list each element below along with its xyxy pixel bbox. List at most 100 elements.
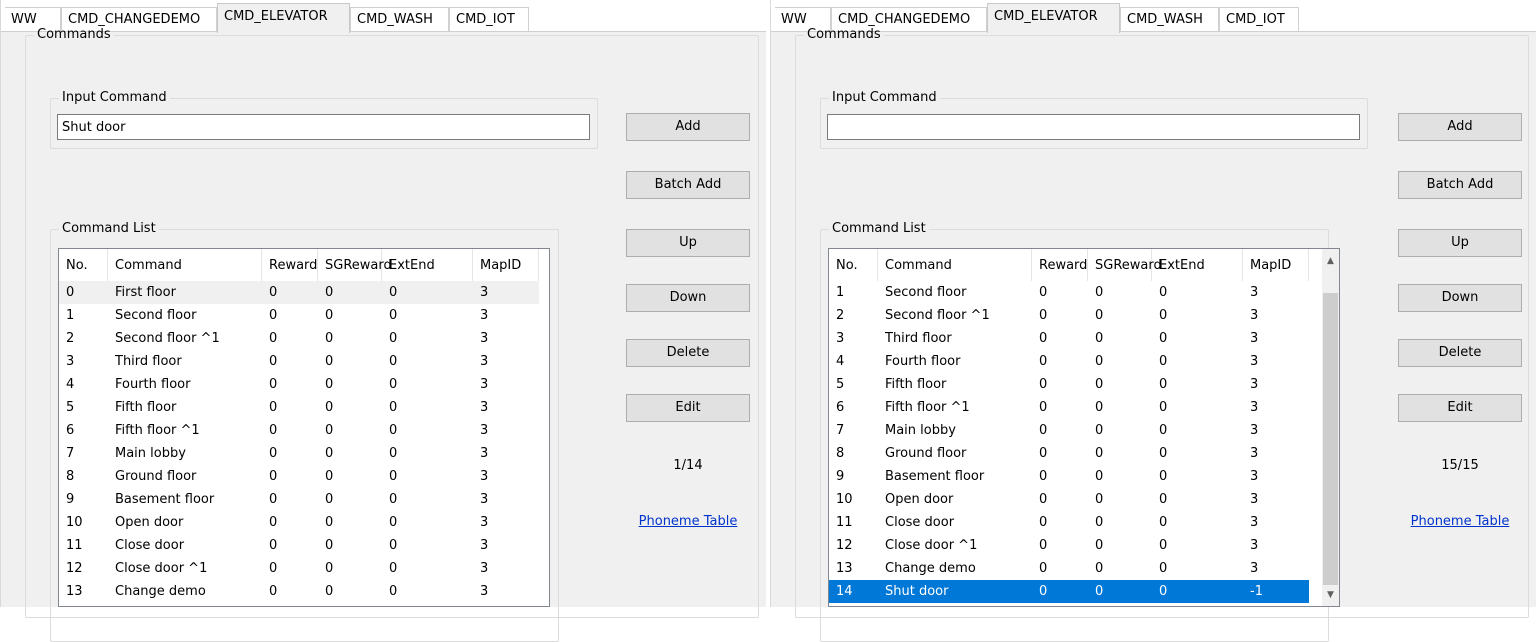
batch-add-button[interactable]: Batch Add	[1398, 171, 1522, 199]
cell-no: 10	[66, 515, 83, 530]
cell-sgreward: 0	[1095, 308, 1104, 323]
column-header-reward[interactable]: Reward	[1032, 249, 1088, 281]
table-row[interactable]: 5 Fifth floor 0 0 0 3	[829, 373, 1309, 396]
cell-extend: 0	[389, 469, 398, 484]
add-button[interactable]: Add	[1398, 113, 1522, 141]
table-row[interactable]: 2 Second floor ^1 0 0 0 3	[59, 327, 539, 350]
column-header-mapid[interactable]: MapID	[473, 249, 539, 281]
scrollbar-thumb[interactable]	[1323, 293, 1338, 585]
column-header-command[interactable]: Command	[108, 249, 262, 281]
cell-mapid: 3	[480, 584, 489, 599]
cell-reward: 0	[1039, 538, 1048, 553]
cell-sgreward: 0	[1095, 469, 1104, 484]
table-row[interactable]: 1 Second floor 0 0 0 3	[59, 304, 539, 327]
cell-command: Shut door	[885, 584, 949, 599]
table-row[interactable]: 1 Second floor 0 0 0 3	[829, 281, 1309, 304]
command-list[interactable]: No. Command Reward SGReward ExtEnd MapID 0 Firs…	[58, 248, 550, 607]
cell-mapid: 3	[1250, 515, 1259, 530]
table-row[interactable]: 0 First floor 0 0 0 3	[59, 281, 539, 304]
cell-command: Open door	[115, 515, 184, 530]
command-input[interactable]	[57, 114, 590, 140]
phoneme-table-link[interactable]: Phoneme Table	[1398, 514, 1522, 529]
cell-extend: 0	[1159, 515, 1168, 530]
cell-extend: 0	[1159, 285, 1168, 300]
cell-no: 5	[66, 400, 75, 415]
cell-extend: 0	[1159, 538, 1168, 553]
column-header-no[interactable]: No.	[829, 249, 878, 281]
column-header-sgreward[interactable]: SGReward	[1088, 249, 1162, 281]
command-list[interactable]: No. Command Reward SGReward ExtEnd MapID 1 Seco…	[828, 248, 1340, 607]
table-row[interactable]: 6 Fifth floor ^1 0 0 0 3	[59, 419, 539, 442]
up-button[interactable]: Up	[1398, 229, 1522, 257]
table-row[interactable]: 9 Basement floor 0 0 0 3	[59, 488, 539, 511]
cell-command: Second floor ^1	[885, 308, 990, 323]
table-row[interactable]: 10 Open door 0 0 0 3	[59, 511, 539, 534]
table-row[interactable]: 7 Main lobby 0 0 0 3	[829, 419, 1309, 442]
up-button[interactable]: Up	[626, 229, 750, 257]
table-row[interactable]: 6 Fifth floor ^1 0 0 0 3	[829, 396, 1309, 419]
table-row[interactable]: 12 Close door ^1 0 0 0 3	[59, 557, 539, 580]
input-command-label: Input Command	[62, 90, 167, 105]
add-button[interactable]: Add	[626, 113, 750, 141]
table-row[interactable]: 7 Main lobby 0 0 0 3	[59, 442, 539, 465]
table-row[interactable]: 13 Change demo 0 0 0 3	[59, 580, 539, 603]
down-button[interactable]: Down	[626, 284, 750, 312]
table-row[interactable]: 3 Third floor 0 0 0 3	[829, 327, 1309, 350]
cell-mapid: 3	[480, 377, 489, 392]
tab-cmd-elevator[interactable]: CMD_ELEVATOR	[217, 3, 350, 33]
cell-mapid: 3	[480, 538, 489, 553]
table-row[interactable]: 10 Open door 0 0 0 3	[829, 488, 1309, 511]
table-row[interactable]: 3 Third floor 0 0 0 3	[59, 350, 539, 373]
position-counter: 1/14	[673, 458, 703, 473]
table-row[interactable]: 11 Close door 0 0 0 3	[59, 534, 539, 557]
cell-reward: 0	[1039, 308, 1048, 323]
column-header-extend[interactable]: ExtEnd	[382, 249, 473, 281]
table-row[interactable]: 14 Shut door 0 0 0 -1	[829, 580, 1309, 603]
column-header-sgreward[interactable]: SGReward	[318, 249, 392, 281]
edit-button[interactable]: Edit	[626, 394, 750, 422]
cell-sgreward: 0	[325, 446, 334, 461]
delete-button[interactable]: Delete	[1398, 339, 1522, 367]
cell-sgreward: 0	[1095, 515, 1104, 530]
cell-mapid: 3	[1250, 423, 1259, 438]
table-row[interactable]: 8 Ground floor 0 0 0 3	[829, 442, 1309, 465]
command-input[interactable]	[827, 114, 1360, 140]
delete-button[interactable]: Delete	[626, 339, 750, 367]
cell-extend: 0	[389, 308, 398, 323]
column-header-no[interactable]: No.	[59, 249, 108, 281]
cell-mapid: 3	[1250, 331, 1259, 346]
table-row[interactable]: 8 Ground floor 0 0 0 3	[59, 465, 539, 488]
scroll-down-icon[interactable]: ▼	[1322, 587, 1339, 604]
table-row[interactable]: 13 Change demo 0 0 0 3	[829, 557, 1309, 580]
table-row[interactable]: 4 Fourth floor 0 0 0 3	[59, 373, 539, 396]
scroll-up-icon[interactable]: ▲	[1322, 253, 1339, 270]
table-row[interactable]: 12 Close door ^1 0 0 0 3	[829, 534, 1309, 557]
cell-sgreward: 0	[1095, 400, 1104, 415]
down-button[interactable]: Down	[1398, 284, 1522, 312]
column-header-extend[interactable]: ExtEnd	[1152, 249, 1243, 281]
column-header-mapid[interactable]: MapID	[1243, 249, 1309, 281]
column-header-reward[interactable]: Reward	[262, 249, 318, 281]
cell-sgreward: 0	[325, 308, 334, 323]
cell-command: Close door	[115, 538, 185, 553]
column-header-command[interactable]: Command	[878, 249, 1032, 281]
cell-command: Close door ^1	[115, 561, 208, 576]
cell-no: 8	[836, 446, 845, 461]
cell-command: Fourth floor	[885, 354, 961, 369]
cell-extend: 0	[389, 354, 398, 369]
cell-sgreward: 0	[325, 492, 334, 507]
table-row[interactable]: 5 Fifth floor 0 0 0 3	[59, 396, 539, 419]
list-scrollbar[interactable]: ▲ ▼	[1322, 249, 1339, 606]
phoneme-table-link[interactable]: Phoneme Table	[626, 514, 750, 529]
table-row[interactable]: 4 Fourth floor 0 0 0 3	[829, 350, 1309, 373]
batch-add-button[interactable]: Batch Add	[626, 171, 750, 199]
table-row[interactable]: 9 Basement floor 0 0 0 3	[829, 465, 1309, 488]
table-row[interactable]: 11 Close door 0 0 0 3	[829, 511, 1309, 534]
tab-cmd-elevator[interactable]: CMD_ELEVATOR	[987, 3, 1120, 33]
cell-sgreward: 0	[1095, 331, 1104, 346]
commands-group-label: Commands	[807, 27, 881, 42]
table-row[interactable]: 2 Second floor ^1 0 0 0 3	[829, 304, 1309, 327]
cell-extend: 0	[389, 492, 398, 507]
cell-mapid: 3	[480, 561, 489, 576]
edit-button[interactable]: Edit	[1398, 394, 1522, 422]
